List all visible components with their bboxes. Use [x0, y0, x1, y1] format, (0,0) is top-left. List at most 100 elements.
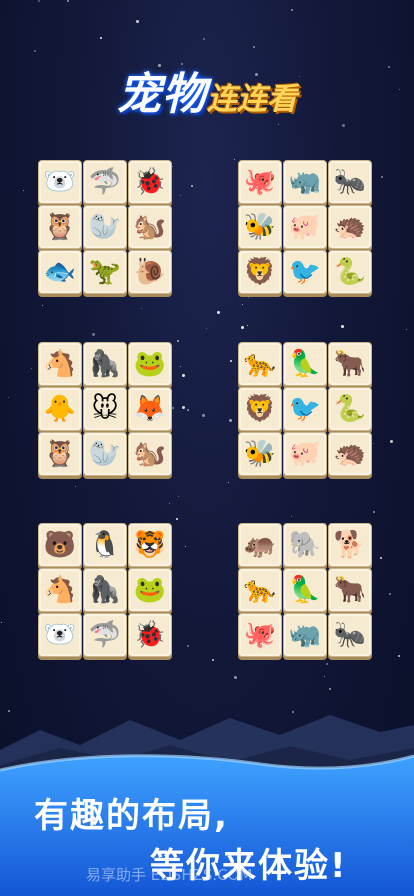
tile[interactable]: 🦜 [283, 568, 327, 612]
tile[interactable]: 🦭 [83, 205, 127, 249]
tile[interactable]: 🦔 [328, 432, 372, 476]
star [92, 333, 95, 336]
tile[interactable]: 🐦 [283, 250, 327, 294]
tile[interactable]: 🦏 [283, 613, 327, 657]
tile[interactable]: 🐥 [38, 387, 82, 431]
slogan-line-1: 有趣的布局, [34, 796, 229, 836]
tile[interactable]: 🐝 [238, 432, 282, 476]
tile[interactable]: 🦉 [38, 205, 82, 249]
star [100, 37, 102, 39]
tile[interactable]: 🦖 [83, 250, 127, 294]
star [217, 311, 220, 314]
star [229, 419, 232, 422]
star [247, 325, 248, 326]
star [187, 409, 189, 411]
star [242, 304, 243, 305]
tile[interactable]: 🦏 [283, 160, 327, 204]
tile[interactable]: 🐆 [238, 568, 282, 612]
tile[interactable]: 🐞 [128, 613, 172, 657]
tile[interactable]: 🦈 [83, 613, 127, 657]
board-5: 🐻 🐧 🐯 🐴 🦍 🐸 🐻‍❄️ 🦈 🐞 [38, 523, 173, 658]
star [187, 645, 189, 647]
star [203, 38, 205, 40]
title-sub: 连连看 [207, 82, 297, 117]
star [381, 176, 383, 178]
star [234, 676, 237, 679]
tile[interactable]: 🐝 [238, 205, 282, 249]
tile[interactable]: 🐻‍❄️ [38, 613, 82, 657]
star [326, 663, 328, 665]
star [228, 482, 229, 483]
board-3: 🐴 🦍 🐸 🐥 🐭 🦊 🦉 🦭 🐿️ [38, 342, 173, 477]
star [390, 440, 393, 443]
tile[interactable]: 🐧 [83, 523, 127, 567]
star [1, 622, 2, 623]
star [191, 185, 193, 187]
tile[interactable]: 🐸 [128, 568, 172, 612]
tile[interactable]: 🦁 [238, 387, 282, 431]
tile[interactable]: 🦭 [83, 432, 127, 476]
tile[interactable]: 🐻‍❄️ [38, 160, 82, 204]
star [34, 50, 36, 52]
tile[interactable]: 🦔 [328, 205, 372, 249]
tile[interactable]: 🐿️ [128, 432, 172, 476]
tile[interactable]: 🐖 [283, 432, 327, 476]
star [248, 297, 249, 298]
star [176, 518, 178, 520]
tile[interactable]: 🦜 [283, 342, 327, 386]
tile[interactable]: 🐂 [328, 568, 372, 612]
star [380, 557, 382, 559]
tile[interactable]: 🐌 [128, 250, 172, 294]
tile[interactable]: 🐕 [328, 523, 372, 567]
tile[interactable]: 🦊 [128, 387, 172, 431]
tile[interactable]: 🐞 [128, 160, 172, 204]
board-2: 🐙 🦏 🐜 🐝 🐖 🦔 🦁 🐦 🐍 [238, 160, 373, 295]
star [291, 516, 292, 517]
star [253, 46, 255, 48]
star [278, 124, 279, 125]
tile[interactable]: 🐂 [328, 342, 372, 386]
tile[interactable]: 🐘 [283, 523, 327, 567]
tile[interactable]: 🐍 [328, 387, 372, 431]
title-main: 宠物 [117, 69, 207, 120]
tile[interactable]: 🦈 [83, 160, 127, 204]
tile[interactable]: 🦍 [83, 342, 127, 386]
tile[interactable]: 🦁 [238, 250, 282, 294]
star [182, 406, 185, 409]
star [169, 503, 170, 504]
tile[interactable]: 🐟 [38, 250, 82, 294]
tile[interactable]: 🦍 [83, 568, 127, 612]
star [178, 496, 179, 497]
tile[interactable]: 🐦 [283, 387, 327, 431]
board-1: 🐻‍❄️ 🦈 🐞 🦉 🦭 🐿️ 🐟 🦖 🐌 [38, 160, 173, 295]
star [141, 308, 142, 309]
star [406, 329, 407, 330]
tile[interactable]: 🐙 [238, 613, 282, 657]
star [373, 511, 375, 513]
star [398, 655, 400, 657]
tile[interactable]: 🐿️ [128, 205, 172, 249]
tile[interactable]: 🐜 [328, 160, 372, 204]
star [136, 20, 139, 23]
star [230, 360, 232, 362]
game-title: 宠物连连看 [0, 58, 414, 122]
tile[interactable]: 🦉 [38, 432, 82, 476]
tile[interactable]: 🐻 [38, 523, 82, 567]
tile[interactable]: 🐴 [38, 568, 82, 612]
tile[interactable]: 🐙 [238, 160, 282, 204]
tile[interactable]: 🐸 [128, 342, 172, 386]
tile[interactable]: 🐜 [328, 613, 372, 657]
star [42, 305, 43, 306]
tile[interactable]: 🐭 [83, 387, 127, 431]
tile[interactable]: 🐴 [38, 342, 82, 386]
star [324, 676, 325, 677]
tile[interactable]: 🐍 [328, 250, 372, 294]
tile[interactable]: 🐖 [283, 205, 327, 249]
tile[interactable]: 🦛 [238, 523, 282, 567]
star [341, 325, 344, 328]
star [31, 368, 32, 369]
tile[interactable]: 🐆 [238, 342, 282, 386]
star [177, 340, 179, 342]
board-6: 🦛 🐘 🐕 🐆 🦜 🐂 🐙 🦏 🐜 [238, 523, 373, 658]
tile[interactable]: 🐯 [128, 523, 172, 567]
